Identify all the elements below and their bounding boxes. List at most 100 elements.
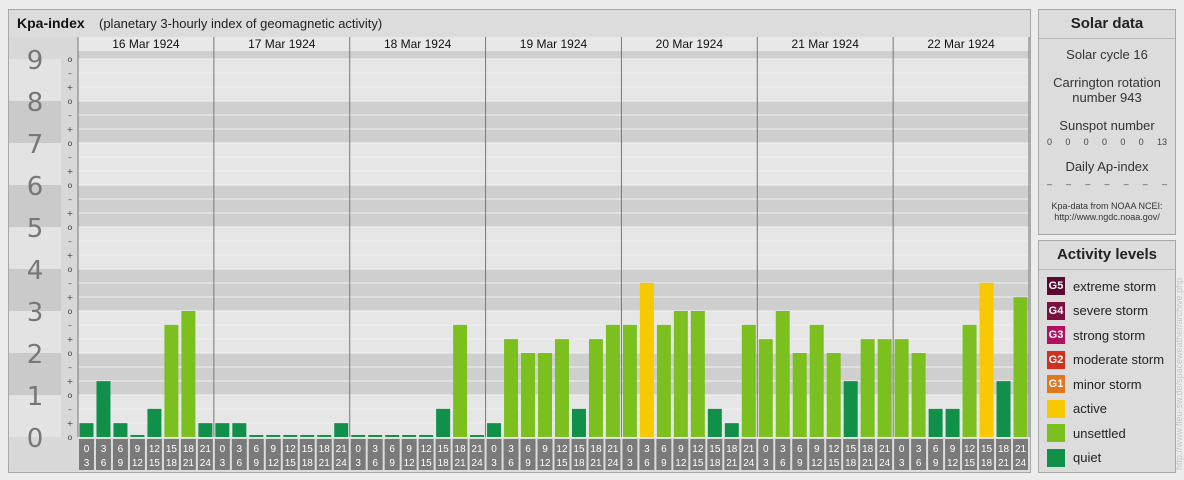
y-tick-label: 1: [27, 382, 44, 412]
minor-tick-label: o: [68, 223, 73, 232]
activity-level-label: extreme storm: [1073, 278, 1157, 294]
interval-end-label: 15: [964, 458, 976, 469]
ap-value: –: [1047, 179, 1053, 189]
sunspot-value: 0: [1083, 137, 1089, 147]
date-label: 22 Mar 1924: [927, 37, 995, 51]
kp-bar: [639, 282, 654, 437]
interval-start-label: 6: [797, 444, 803, 455]
interval-start-label: 15: [302, 444, 314, 455]
sunspot-value: 0: [1047, 137, 1053, 147]
interval-start-label: 18: [998, 444, 1010, 455]
interval-end-label: 24: [879, 458, 891, 469]
kp-bar: [1013, 297, 1028, 437]
interval-start-label: 0: [491, 444, 497, 455]
kp-bar: [605, 324, 620, 437]
kp-bar: [622, 324, 637, 437]
minor-tick-label: –: [68, 237, 72, 246]
interval-start-label: 6: [118, 444, 124, 455]
interval-end-label: 12: [268, 458, 280, 469]
ap-value: –: [1123, 179, 1129, 189]
interval-start-label: 3: [372, 444, 378, 455]
interval-end-label: 24: [607, 458, 619, 469]
sunspot-value: 0: [1138, 137, 1144, 147]
activity-level-extreme-storm: G5 extreme storm: [1047, 277, 1156, 295]
activity-level-label: strong storm: [1073, 327, 1146, 343]
activity-level-severe-storm: G4 severe storm: [1047, 301, 1148, 320]
minor-tick-label: –: [68, 111, 72, 120]
grid-band: [78, 185, 1029, 227]
minor-tick-label: –: [68, 363, 72, 372]
ap-value: –: [1085, 179, 1091, 189]
solar-cycle: Solar cycle 16: [1066, 47, 1148, 62]
minor-tick-label: +: [67, 419, 74, 428]
minor-tick-label: o: [68, 181, 73, 190]
kp-bar: [470, 435, 485, 437]
kp-bar: [249, 435, 264, 437]
activity-levels-heading: Activity levels: [1039, 241, 1175, 270]
interval-start-label: 3: [101, 444, 107, 455]
kp-bar: [402, 435, 417, 437]
kp-bar: [385, 435, 400, 437]
interval-start-label: 9: [950, 444, 956, 455]
activity-level-swatch: [1047, 399, 1065, 418]
activity-level-swatch: G5: [1047, 277, 1065, 295]
activity-level-label: unsettled: [1073, 425, 1126, 441]
minor-tick-label: o: [68, 55, 73, 64]
interval-end-label: 15: [692, 458, 704, 469]
interval-start-label: 6: [525, 444, 531, 455]
interval-start-label: 18: [862, 444, 874, 455]
kp-bar: [996, 381, 1011, 437]
interval-end-label: 18: [573, 458, 585, 469]
interval-end-label: 24: [336, 458, 348, 469]
kp-bar: [555, 339, 569, 437]
kp-bar: [741, 324, 756, 437]
kp-bar: [792, 353, 807, 437]
interval-end-label: 24: [200, 458, 212, 469]
minor-tick-label: o: [68, 97, 73, 106]
kp-bar: [419, 435, 434, 437]
minor-tick-label: +: [67, 293, 74, 302]
kp-bar: [147, 408, 162, 437]
interval-start-label: 21: [743, 444, 755, 455]
kp-bar: [504, 339, 519, 437]
interval-start-label: 0: [627, 444, 633, 455]
kp-bar: [521, 353, 536, 437]
minor-tick-label: –: [68, 153, 72, 162]
interval-start-label: 12: [828, 444, 840, 455]
interval-end-label: 3: [899, 458, 905, 469]
interval-end-label: 9: [118, 458, 124, 469]
carrington-line-2: number 943: [1072, 90, 1142, 105]
minor-tick-label: –: [68, 195, 72, 204]
sunspot-value: 0: [1120, 137, 1126, 147]
sunspot-label: Sunspot number: [1059, 118, 1155, 133]
interval-end-label: 9: [797, 458, 803, 469]
ap-value: –: [1066, 179, 1072, 189]
activity-level-label: minor storm: [1073, 376, 1142, 392]
activity-level-label: moderate storm: [1073, 352, 1165, 367]
interval-start-label: 3: [916, 444, 922, 455]
interval-start-label: 15: [573, 444, 585, 455]
minor-tick-label: o: [68, 349, 73, 358]
kp-bar: [130, 435, 145, 437]
interval-end-label: 3: [84, 458, 90, 469]
interval-start-label: 9: [406, 444, 412, 455]
date-label: 19 Mar 1924: [520, 37, 588, 51]
interval-start-label: 21: [336, 444, 348, 455]
kp-bar: [707, 408, 722, 437]
interval-end-label: 3: [220, 458, 226, 469]
y-tick-label: 5: [27, 214, 44, 244]
interval-start-label: 15: [166, 444, 178, 455]
kp-bar: [538, 353, 552, 437]
y-tick-label: 7: [27, 130, 44, 160]
activity-level-minor-storm: G1 minor storm: [1047, 375, 1142, 393]
kp-bar: [334, 423, 349, 437]
interval-end-label: 12: [675, 458, 687, 469]
interval-end-label: 21: [862, 458, 874, 469]
kp-bar: [436, 408, 451, 437]
minor-tick-label: +: [67, 251, 74, 260]
kp-bar: [453, 324, 468, 437]
minor-tick-label: o: [68, 139, 73, 148]
y-tick-label: 6: [27, 172, 44, 202]
activity-level-swatch: G3: [1047, 326, 1065, 344]
kp-bar: [351, 435, 366, 437]
